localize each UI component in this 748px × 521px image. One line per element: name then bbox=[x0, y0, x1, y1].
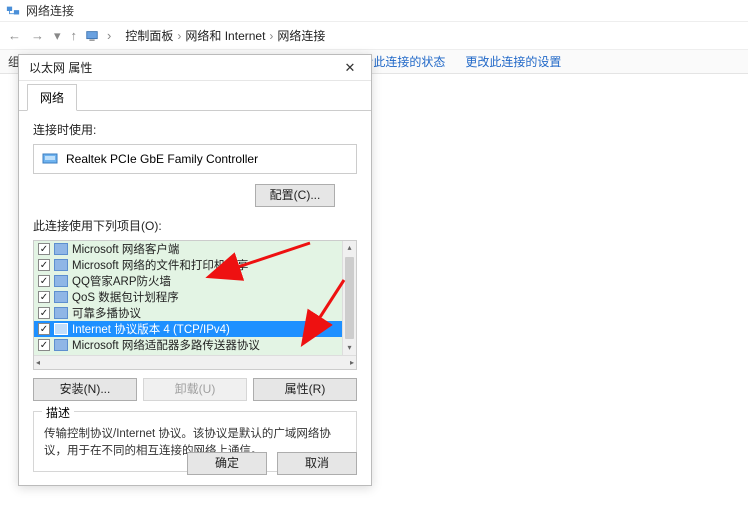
list-item-label: Microsoft 网络的文件和打印机共享 bbox=[72, 257, 248, 273]
list-item[interactable]: ✓ Microsoft 网络适配器多路传送器协议 bbox=[34, 337, 342, 353]
breadcrumb-item-0[interactable]: 控制面板 bbox=[125, 27, 173, 44]
adapter-icon bbox=[42, 152, 58, 166]
install-button[interactable]: 安装(N)... bbox=[33, 378, 137, 401]
protocol-icon bbox=[54, 339, 68, 351]
nav-back-button[interactable]: ← bbox=[6, 28, 23, 43]
toolbar-change-settings[interactable]: 更改此连接的设置 bbox=[465, 53, 561, 70]
checkbox[interactable]: ✓ bbox=[38, 275, 50, 287]
explorer-title: 网络连接 bbox=[26, 2, 74, 19]
breadcrumb-item-1[interactable]: 网络和 Internet bbox=[185, 27, 265, 44]
protocol-icon bbox=[54, 243, 68, 255]
breadcrumb-item-2[interactable]: 网络连接 bbox=[277, 27, 325, 44]
network-conn-icon bbox=[6, 4, 20, 18]
checkbox[interactable]: ✓ bbox=[38, 259, 50, 271]
dialog-tabs: 网络 bbox=[19, 85, 371, 111]
chevron-right-icon: › bbox=[177, 29, 181, 43]
nav-up-button[interactable]: ↑ bbox=[69, 28, 80, 43]
ok-button[interactable]: 确定 bbox=[187, 452, 267, 475]
explorer-titlebar: 网络连接 bbox=[0, 0, 748, 22]
protocol-icon bbox=[54, 275, 68, 287]
scroll-right-icon[interactable]: ▸ bbox=[350, 358, 354, 367]
properties-button[interactable]: 属性(R) bbox=[253, 378, 357, 401]
cancel-button[interactable]: 取消 bbox=[277, 452, 357, 475]
list-item-label: QQ管家ARP防火墙 bbox=[72, 273, 171, 289]
breadcrumb[interactable]: 控制面板 › 网络和 Internet › 网络连接 bbox=[119, 27, 325, 44]
list-item-label: QoS 数据包计划程序 bbox=[72, 289, 179, 305]
list-item-label: Microsoft 网络适配器多路传送器协议 bbox=[72, 337, 260, 353]
dialog-title-text: 以太网 属性 bbox=[29, 59, 92, 76]
ethernet-properties-dialog: 以太网 属性 ✕ 网络 连接时使用: Realtek PCIe GbE Fami… bbox=[18, 54, 372, 486]
scroll-up-icon[interactable]: ▴ bbox=[347, 241, 351, 255]
list-item-label: 可靠多播协议 bbox=[72, 305, 141, 321]
protocol-icon bbox=[54, 307, 68, 319]
connect-using-label: 连接时使用: bbox=[33, 121, 357, 138]
adapter-name: Realtek PCIe GbE Family Controller bbox=[66, 152, 258, 166]
tab-network[interactable]: 网络 bbox=[27, 84, 77, 111]
adapter-field: Realtek PCIe GbE Family Controller bbox=[33, 144, 357, 174]
list-item[interactable]: ✓ QoS 数据包计划程序 bbox=[34, 289, 342, 305]
list-item[interactable]: ✓ 可靠多播协议 bbox=[34, 305, 342, 321]
configure-button[interactable]: 配置(C)... bbox=[255, 184, 335, 207]
checkbox[interactable]: ✓ bbox=[38, 339, 50, 351]
network-items-list[interactable]: ✓ Microsoft 网络客户端 ✓ Microsoft 网络的文件和打印机共享 ✓ Q… bbox=[33, 240, 357, 370]
scroll-down-icon[interactable]: ▾ bbox=[347, 341, 351, 355]
breadcrumb-root-chevron[interactable]: › bbox=[105, 28, 113, 43]
list-item[interactable]: ✓Microsoft LLDP 协议驱动程序 bbox=[34, 353, 342, 355]
protocol-icon bbox=[54, 259, 68, 271]
scroll-left-icon[interactable]: ◂ bbox=[36, 358, 40, 367]
scroll-thumb[interactable] bbox=[345, 257, 354, 339]
protocol-icon bbox=[54, 323, 68, 335]
nav-forward-button[interactable]: → bbox=[29, 28, 46, 43]
list-item-label: Microsoft LLDP 协议驱动程序 bbox=[72, 353, 223, 355]
list-item-label: Microsoft 网络客户端 bbox=[72, 241, 179, 257]
dialog-titlebar[interactable]: 以太网 属性 ✕ bbox=[19, 55, 371, 81]
checkbox[interactable]: ✓ bbox=[38, 291, 50, 303]
dialog-body: 连接时使用: Realtek PCIe GbE Family Controlle… bbox=[19, 111, 371, 486]
chevron-right-icon: › bbox=[269, 29, 273, 43]
close-button[interactable]: ✕ bbox=[333, 58, 367, 78]
checkbox[interactable]: ✓ bbox=[38, 307, 50, 319]
checkbox[interactable]: ✓ bbox=[38, 243, 50, 255]
items-label: 此连接使用下列项目(O): bbox=[33, 217, 357, 234]
list-item[interactable]: ✓ Microsoft 网络的文件和打印机共享 bbox=[34, 257, 342, 273]
list-item[interactable]: ✓ QQ管家ARP防火墙 bbox=[34, 273, 342, 289]
protocol-icon bbox=[54, 291, 68, 303]
description-label: 描述 bbox=[42, 404, 74, 421]
list-item[interactable]: ✓ Internet 协议版本 4 (TCP/IPv4) bbox=[34, 321, 342, 337]
nav-recent-dropdown[interactable]: ▾ bbox=[52, 28, 63, 44]
list-item[interactable]: ✓ Microsoft 网络客户端 bbox=[34, 241, 342, 257]
checkbox[interactable]: ✓ bbox=[38, 323, 50, 335]
breadcrumb-pc-icon bbox=[85, 29, 99, 43]
vertical-scrollbar[interactable]: ▴ ▾ bbox=[342, 241, 356, 355]
explorer-navbar: ← → ▾ ↑ › 控制面板 › 网络和 Internet › 网络连接 bbox=[0, 22, 748, 50]
list-item-label: Internet 协议版本 4 (TCP/IPv4) bbox=[72, 321, 230, 337]
uninstall-button: 卸载(U) bbox=[143, 378, 247, 401]
horizontal-scrollbar[interactable]: ◂ ▸ bbox=[34, 355, 356, 369]
